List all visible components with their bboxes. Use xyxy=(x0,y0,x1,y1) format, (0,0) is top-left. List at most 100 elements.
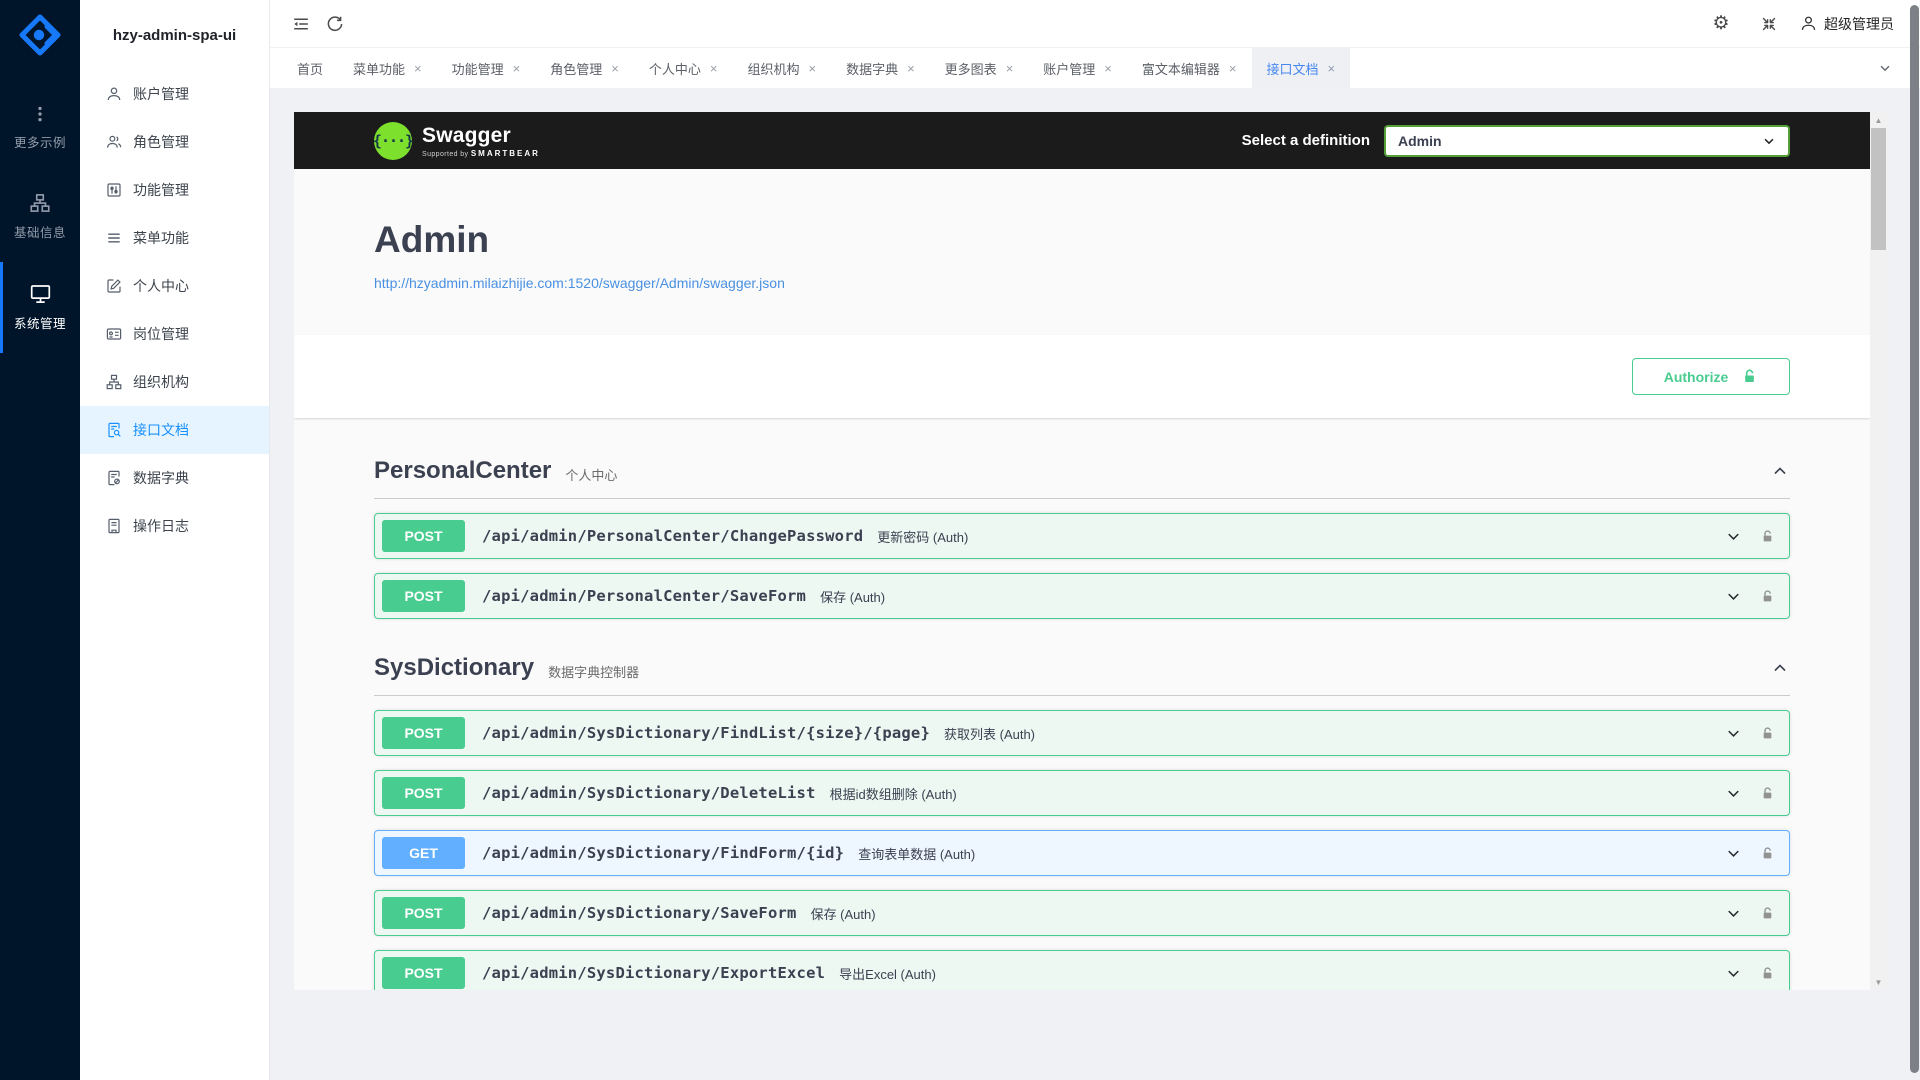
chevron-down-icon[interactable] xyxy=(1724,844,1743,863)
operation-row[interactable]: POST /api/admin/SysDictionary/DeleteList… xyxy=(374,770,1790,816)
chevron-down-icon[interactable] xyxy=(1724,724,1743,743)
spec-url-link[interactable]: http://hzyadmin.milaizhijie.com:1520/swa… xyxy=(374,275,785,291)
sidebar-item-organizations[interactable]: 组织机构 xyxy=(80,358,269,406)
page-content: {···} Swagger Supported by SMARTBEAR Sel… xyxy=(270,88,1920,1080)
chevron-down-icon[interactable] xyxy=(1724,784,1743,803)
close-icon[interactable]: × xyxy=(513,62,521,75)
iframe-scrollbar-thumb[interactable] xyxy=(1871,128,1886,250)
unlock-icon[interactable] xyxy=(1760,786,1775,801)
app-logo-icon[interactable] xyxy=(17,12,63,58)
sidebar-item-api-docs[interactable]: 接口文档 xyxy=(80,406,269,454)
user-menu[interactable]: 超级管理员 xyxy=(1800,14,1894,34)
unlock-icon[interactable] xyxy=(1760,726,1775,741)
unlock-icon xyxy=(1741,368,1758,385)
scroll-up-arrow-icon[interactable]: ▲ xyxy=(1870,112,1887,128)
tab-function-management[interactable]: 功能管理× xyxy=(437,48,536,88)
close-icon[interactable]: × xyxy=(414,62,422,75)
close-icon[interactable]: × xyxy=(1006,62,1014,75)
section-header-sysdictionary[interactable]: SysDictionary 数据字典控制器 xyxy=(374,641,1790,696)
settings-button[interactable]: ⚙ xyxy=(1704,7,1738,41)
unlock-icon[interactable] xyxy=(1760,966,1775,981)
operation-row[interactable]: POST /api/admin/PersonalCenter/ChangePas… xyxy=(374,513,1790,559)
tab-data-dictionary[interactable]: 数据字典× xyxy=(831,48,930,88)
operation-path: /api/admin/SysDictionary/SaveForm xyxy=(482,904,797,922)
page-scrollbar-thumb[interactable] xyxy=(1910,5,1919,1073)
close-icon[interactable]: × xyxy=(611,62,619,75)
refresh-button[interactable] xyxy=(318,7,352,41)
rail-item-label: 更多示例 xyxy=(14,132,66,151)
ellipsis-vertical-icon xyxy=(31,105,49,123)
chevron-down-icon[interactable] xyxy=(1724,964,1743,983)
document-data-icon xyxy=(106,470,122,486)
close-icon[interactable]: × xyxy=(1229,62,1237,75)
swagger-brand[interactable]: {···} Swagger Supported by SMARTBEAR xyxy=(374,122,540,160)
scroll-down-arrow-icon[interactable]: ▼ xyxy=(1870,974,1887,990)
sliders-square-icon xyxy=(106,182,122,198)
collapse-section-button[interactable] xyxy=(1770,658,1790,678)
tab-account-management[interactable]: 账户管理× xyxy=(1028,48,1127,88)
tab-rich-text-editor[interactable]: 富文本编辑器× xyxy=(1127,48,1252,88)
tab-menu-functions[interactable]: 菜单功能× xyxy=(338,48,437,88)
rail-item-label: 系统管理 xyxy=(14,313,66,332)
method-badge: POST xyxy=(382,897,465,929)
tab-home[interactable]: 首页 xyxy=(282,48,338,88)
close-icon[interactable]: × xyxy=(1104,62,1112,75)
unlock-icon[interactable] xyxy=(1760,906,1775,921)
unlock-icon[interactable] xyxy=(1760,846,1775,861)
close-icon[interactable]: × xyxy=(907,62,915,75)
chevron-up-icon xyxy=(1770,461,1790,481)
sidebar-item-positions[interactable]: 岗位管理 xyxy=(80,310,269,358)
rail-item-system-management[interactable]: 系统管理 xyxy=(0,262,80,353)
collapse-section-button[interactable] xyxy=(1770,461,1790,481)
authorize-label: Authorize xyxy=(1664,369,1729,385)
authorize-button[interactable]: Authorize xyxy=(1632,358,1790,395)
chevron-down-icon[interactable] xyxy=(1724,587,1743,606)
operation-path: /api/admin/SysDictionary/FindList/{size}… xyxy=(482,724,930,742)
user-icon xyxy=(106,86,122,102)
sidebar-menu: 账户管理 角色管理 功能管理 菜单功能 个人 xyxy=(80,70,269,550)
tab-role-management[interactable]: 角色管理× xyxy=(535,48,634,88)
monitor-icon xyxy=(30,283,51,304)
api-title: Admin xyxy=(374,219,1790,261)
rail-item-more-examples[interactable]: 更多示例 xyxy=(0,84,80,172)
person-icon xyxy=(1800,15,1817,32)
log-file-icon xyxy=(106,518,122,534)
operation-row[interactable]: POST /api/admin/SysDictionary/ExportExce… xyxy=(374,950,1790,990)
definition-select[interactable]: Admin xyxy=(1384,125,1790,157)
fullscreen-button[interactable] xyxy=(1752,7,1786,41)
operation-row[interactable]: POST /api/admin/SysDictionary/FindList/{… xyxy=(374,710,1790,756)
sidebar-item-accounts[interactable]: 账户管理 xyxy=(80,70,269,118)
chevron-down-icon[interactable] xyxy=(1724,904,1743,923)
page-scrollbar[interactable] xyxy=(1909,0,1920,1080)
rail-item-basic-info[interactable]: 基础信息 xyxy=(0,172,80,262)
sidebar-item-roles[interactable]: 角色管理 xyxy=(80,118,269,166)
operation-row[interactable]: GET /api/admin/SysDictionary/FindForm/{i… xyxy=(374,830,1790,876)
sidebar-item-label: 账户管理 xyxy=(133,84,189,104)
tab-personal-center[interactable]: 个人中心× xyxy=(634,48,733,88)
method-badge: POST xyxy=(382,717,465,749)
tab-more-charts[interactable]: 更多图表× xyxy=(930,48,1029,88)
close-icon[interactable]: × xyxy=(1328,62,1336,75)
collapse-sidebar-button[interactable] xyxy=(284,7,318,41)
menu-fold-icon xyxy=(292,15,310,33)
iframe-scrollbar[interactable]: ▲ ▼ xyxy=(1870,112,1887,990)
sidebar-item-personal-center[interactable]: 个人中心 xyxy=(80,262,269,310)
sidebar-item-operation-logs[interactable]: 操作日志 xyxy=(80,502,269,550)
sidebar-item-functions[interactable]: 功能管理 xyxy=(80,166,269,214)
unlock-icon[interactable] xyxy=(1760,529,1775,544)
tab-api-docs[interactable]: 接口文档× xyxy=(1252,48,1351,88)
close-icon[interactable]: × xyxy=(808,62,816,75)
sidebar-item-menu-functions[interactable]: 菜单功能 xyxy=(80,214,269,262)
edit-square-icon xyxy=(106,278,122,294)
unlock-icon[interactable] xyxy=(1760,589,1775,604)
tab-organizations[interactable]: 组织机构× xyxy=(732,48,831,88)
sidebar-item-data-dictionary[interactable]: 数据字典 xyxy=(80,454,269,502)
sidebar-item-label: 菜单功能 xyxy=(133,228,189,248)
swagger-frame: {···} Swagger Supported by SMARTBEAR Sel… xyxy=(294,112,1887,990)
operation-row[interactable]: POST /api/admin/SysDictionary/SaveForm 保… xyxy=(374,890,1790,936)
close-icon[interactable]: × xyxy=(710,62,718,75)
section-header-personalcenter[interactable]: PersonalCenter 个人中心 xyxy=(374,444,1790,499)
sidebar-item-label: 功能管理 xyxy=(133,180,189,200)
operation-row[interactable]: POST /api/admin/PersonalCenter/SaveForm … xyxy=(374,573,1790,619)
chevron-down-icon[interactable] xyxy=(1724,527,1743,546)
